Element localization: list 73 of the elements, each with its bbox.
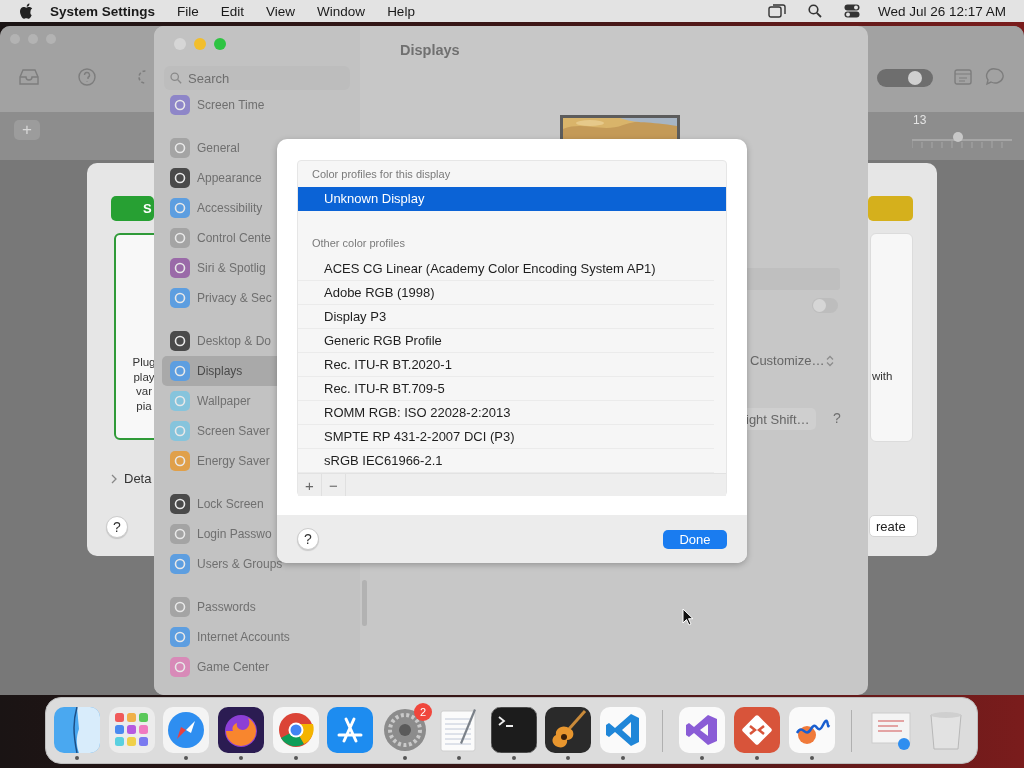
menu[interactable]: View bbox=[266, 3, 296, 19]
compass-icon[interactable] bbox=[163, 706, 210, 753]
flame-globe-icon[interactable] bbox=[217, 706, 264, 753]
code-ribbon-icon[interactable] bbox=[599, 706, 646, 753]
running-dot bbox=[402, 755, 407, 760]
ribbon-icon[interactable] bbox=[679, 706, 726, 753]
search-icon[interactable] bbox=[807, 4, 822, 18]
pointer-icon bbox=[682, 608, 694, 626]
slider-thumb[interactable] bbox=[953, 132, 963, 142]
arrows-icon[interactable] bbox=[734, 706, 780, 753]
menu[interactable]: Window bbox=[317, 3, 366, 19]
scribble-icon[interactable] bbox=[788, 706, 835, 753]
profile-item[interactable]: Display P3 bbox=[298, 305, 714, 329]
profile-item[interactable]: Unknown Display bbox=[298, 187, 726, 211]
app-grid-icon[interactable] bbox=[108, 706, 155, 753]
sidebar-item[interactable]: Passwords bbox=[162, 592, 352, 622]
terminal-icon[interactable] bbox=[490, 706, 537, 753]
done-button[interactable]: Done bbox=[663, 529, 727, 549]
profile-item[interactable]: ACES CG Linear (Academy Color Encoding System AP1) bbox=[298, 257, 714, 281]
details-label[interactable]: Deta bbox=[124, 471, 152, 486]
sidebar-item[interactable]: Screen Time bbox=[162, 90, 352, 120]
window-pair-icon[interactable] bbox=[767, 4, 786, 18]
toggle-icon[interactable] bbox=[877, 69, 933, 87]
notification-badge: 2 bbox=[413, 702, 432, 721]
menu-bar-clock[interactable]: Wed Jul 26 12:17 AM bbox=[877, 3, 1006, 19]
section-header: Other color profiles bbox=[311, 236, 406, 251]
dropdown[interactable]: Customize… bbox=[750, 353, 825, 368]
running-dot bbox=[809, 755, 814, 760]
profile-item[interactable]: Adobe RGB (1998) bbox=[298, 281, 714, 305]
speech-bubble-icon[interactable] bbox=[985, 67, 1005, 87]
chevron-icon[interactable] bbox=[111, 474, 117, 484]
running-dot bbox=[511, 755, 516, 760]
ruler-number: 13 bbox=[913, 113, 927, 127]
tray-icon[interactable] bbox=[18, 69, 40, 85]
running-dot bbox=[755, 755, 759, 760]
start-button[interactable]: S bbox=[111, 196, 154, 221]
menu[interactable]: Help bbox=[387, 3, 415, 19]
profile-item[interactable]: Generic RGB Profile bbox=[298, 329, 714, 353]
guitar-icon[interactable] bbox=[545, 706, 592, 753]
section-header: Color profiles for this display bbox=[311, 167, 452, 182]
create-button[interactable]: reate bbox=[869, 515, 918, 537]
app-menu[interactable]: System Settings bbox=[50, 3, 156, 19]
help-icon[interactable] bbox=[78, 68, 96, 86]
sidebar-item[interactable]: Internet Accounts bbox=[162, 622, 352, 652]
running-dot bbox=[184, 755, 189, 760]
profile-item[interactable]: ROMM RGB: ISO 22028-2:2013 bbox=[298, 401, 714, 425]
sidebar-item[interactable]: Game Center bbox=[162, 652, 352, 682]
search-field[interactable]: Search bbox=[164, 66, 350, 90]
up-down-chevron-icon[interactable] bbox=[826, 355, 834, 367]
window-title: Displays bbox=[400, 42, 460, 58]
crossed-strokes-icon[interactable] bbox=[327, 706, 374, 753]
remove-button[interactable]: − bbox=[322, 474, 346, 496]
toggle-switches-icon[interactable] bbox=[843, 4, 860, 18]
two-tone-square-icon[interactable] bbox=[54, 706, 101, 753]
info-text: with bbox=[872, 370, 893, 382]
running-dot bbox=[238, 755, 243, 760]
menu[interactable]: Edit bbox=[220, 3, 245, 19]
apple-logo-icon[interactable] bbox=[20, 3, 34, 19]
add-button[interactable]: + bbox=[298, 474, 322, 496]
help-button[interactable]: ? bbox=[106, 516, 128, 538]
profile-item[interactable]: Rec. ITU-R BT.2020-1 bbox=[298, 353, 714, 377]
running-dot bbox=[457, 755, 462, 760]
running-dot bbox=[620, 755, 625, 760]
profile-item[interactable]: Rec. ITU-R BT.709-5 bbox=[298, 377, 714, 401]
help-button[interactable]: ? bbox=[297, 528, 319, 550]
toggle-switch[interactable] bbox=[812, 298, 838, 313]
menu[interactable]: File bbox=[177, 3, 199, 19]
help-button[interactable]: ? bbox=[833, 410, 841, 426]
running-dot bbox=[700, 755, 705, 760]
profile-item[interactable]: SMPTE RP 431-2-2007 DCI (P3) bbox=[298, 425, 714, 449]
running-dot bbox=[566, 755, 571, 760]
running-dot bbox=[75, 755, 80, 760]
running-dot bbox=[293, 755, 298, 760]
